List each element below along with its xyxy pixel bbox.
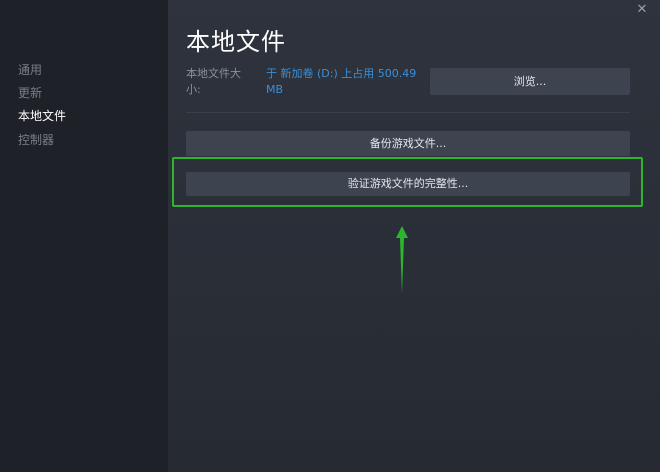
backup-game-files-button[interactable]: 备份游戏文件...: [186, 131, 630, 156]
sidebar-item-updates[interactable]: 更新: [18, 85, 42, 101]
sidebar-item-controller[interactable]: 控制器: [18, 132, 54, 148]
verify-integrity-button[interactable]: 验证游戏文件的完整性...: [186, 172, 630, 196]
close-icon[interactable]: ✕: [634, 2, 650, 18]
sidebar-item-local-files[interactable]: 本地文件: [18, 108, 66, 124]
local-files-size-value[interactable]: 于 新加卷 (D:) 上占用 500.49 MB: [266, 66, 426, 98]
main-panel: ✕ 本地文件 本地文件大小: 于 新加卷 (D:) 上占用 500.49 MB …: [168, 0, 660, 472]
arrow-up-icon: [396, 226, 408, 294]
sidebar: 通用 更新 本地文件 控制器: [0, 0, 168, 472]
properties-window: 通用 更新 本地文件 控制器 ✕ 本地文件 本地文件大小: 于 新加卷 (D:)…: [0, 0, 660, 472]
local-files-size-label: 本地文件大小:: [186, 67, 241, 96]
browse-button[interactable]: 浏览...: [430, 68, 630, 95]
page-title: 本地文件: [186, 28, 286, 56]
section-divider: [186, 112, 630, 113]
sidebar-item-general[interactable]: 通用: [18, 62, 42, 78]
